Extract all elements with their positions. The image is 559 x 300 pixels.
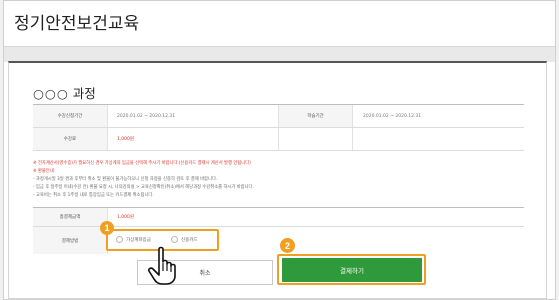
radio-label: 가상계좌입금 bbox=[126, 237, 151, 243]
course-dots: ○○○ bbox=[33, 86, 69, 101]
pay-button[interactable]: 결제하기 bbox=[282, 258, 422, 282]
refund-line: - 입금 후 일주일 이내(수강 전) 환불 요청 시, 나의강의실 > 교육신… bbox=[33, 185, 254, 190]
radio-credit-card[interactable]: 신용카드 bbox=[171, 236, 198, 243]
invoice-warning: ※ 전자계산서(영수증)가 필요하신 경우 가상계좌 입금을 선택해 주시기 바… bbox=[33, 161, 251, 166]
header-band bbox=[4, 47, 555, 62]
total-value: 1,000원 bbox=[117, 215, 135, 220]
fee-empty-cell bbox=[278, 128, 353, 150]
table-row-fee: 수강료 1,000원 bbox=[33, 128, 524, 151]
refund-line: - 과정개시일 3일 경과 후부터 취소 및 환불이 불가능하오니 신청 과정을… bbox=[33, 177, 218, 182]
method-label: 결제방법 bbox=[33, 227, 108, 254]
course-name: 과정 bbox=[72, 86, 96, 101]
course-title: ○○○ 과정 bbox=[33, 83, 96, 102]
fee-value: 1,000원 bbox=[117, 137, 135, 142]
refund-line: - 교육비는 취소 후 1주일 내로 통장입금 또는 카드결제 취소됩니다. bbox=[33, 193, 154, 198]
notice-block: ※ 전자계산서(영수증)가 필요하신 경우 가상계좌 입금을 선택해 주시기 바… bbox=[33, 160, 524, 200]
apply-period-value: 2020.01.02 ~ 2020.12.31 bbox=[117, 113, 176, 119]
apply-period-label: 수강신청기간 bbox=[33, 105, 108, 127]
total-label: 총결제금액 bbox=[33, 208, 108, 226]
fee-label: 수강료 bbox=[33, 128, 108, 150]
radio-label: 신용카드 bbox=[181, 237, 198, 243]
radio-virtual-account[interactable]: 가상계좌입금 bbox=[116, 236, 151, 243]
study-period-value: 2020.01.02 ~ 2020.12.31 bbox=[363, 113, 422, 119]
page-title: 정기안전보건교육 bbox=[14, 14, 140, 34]
callout-badge-1: 1 bbox=[100, 221, 114, 235]
radio-circle-icon[interactable] bbox=[116, 236, 123, 243]
table-row-period: 수강신청기간 2020.01.02 ~ 2020.12.31 학습기간 2020… bbox=[33, 105, 524, 128]
callout-badge-2: 2 bbox=[280, 238, 295, 253]
hand-pointer-icon bbox=[148, 246, 176, 285]
study-period-label: 학습기간 bbox=[278, 105, 353, 127]
refund-heading: ※ 환불안내 bbox=[33, 169, 54, 174]
radio-circle-icon[interactable] bbox=[171, 236, 178, 243]
